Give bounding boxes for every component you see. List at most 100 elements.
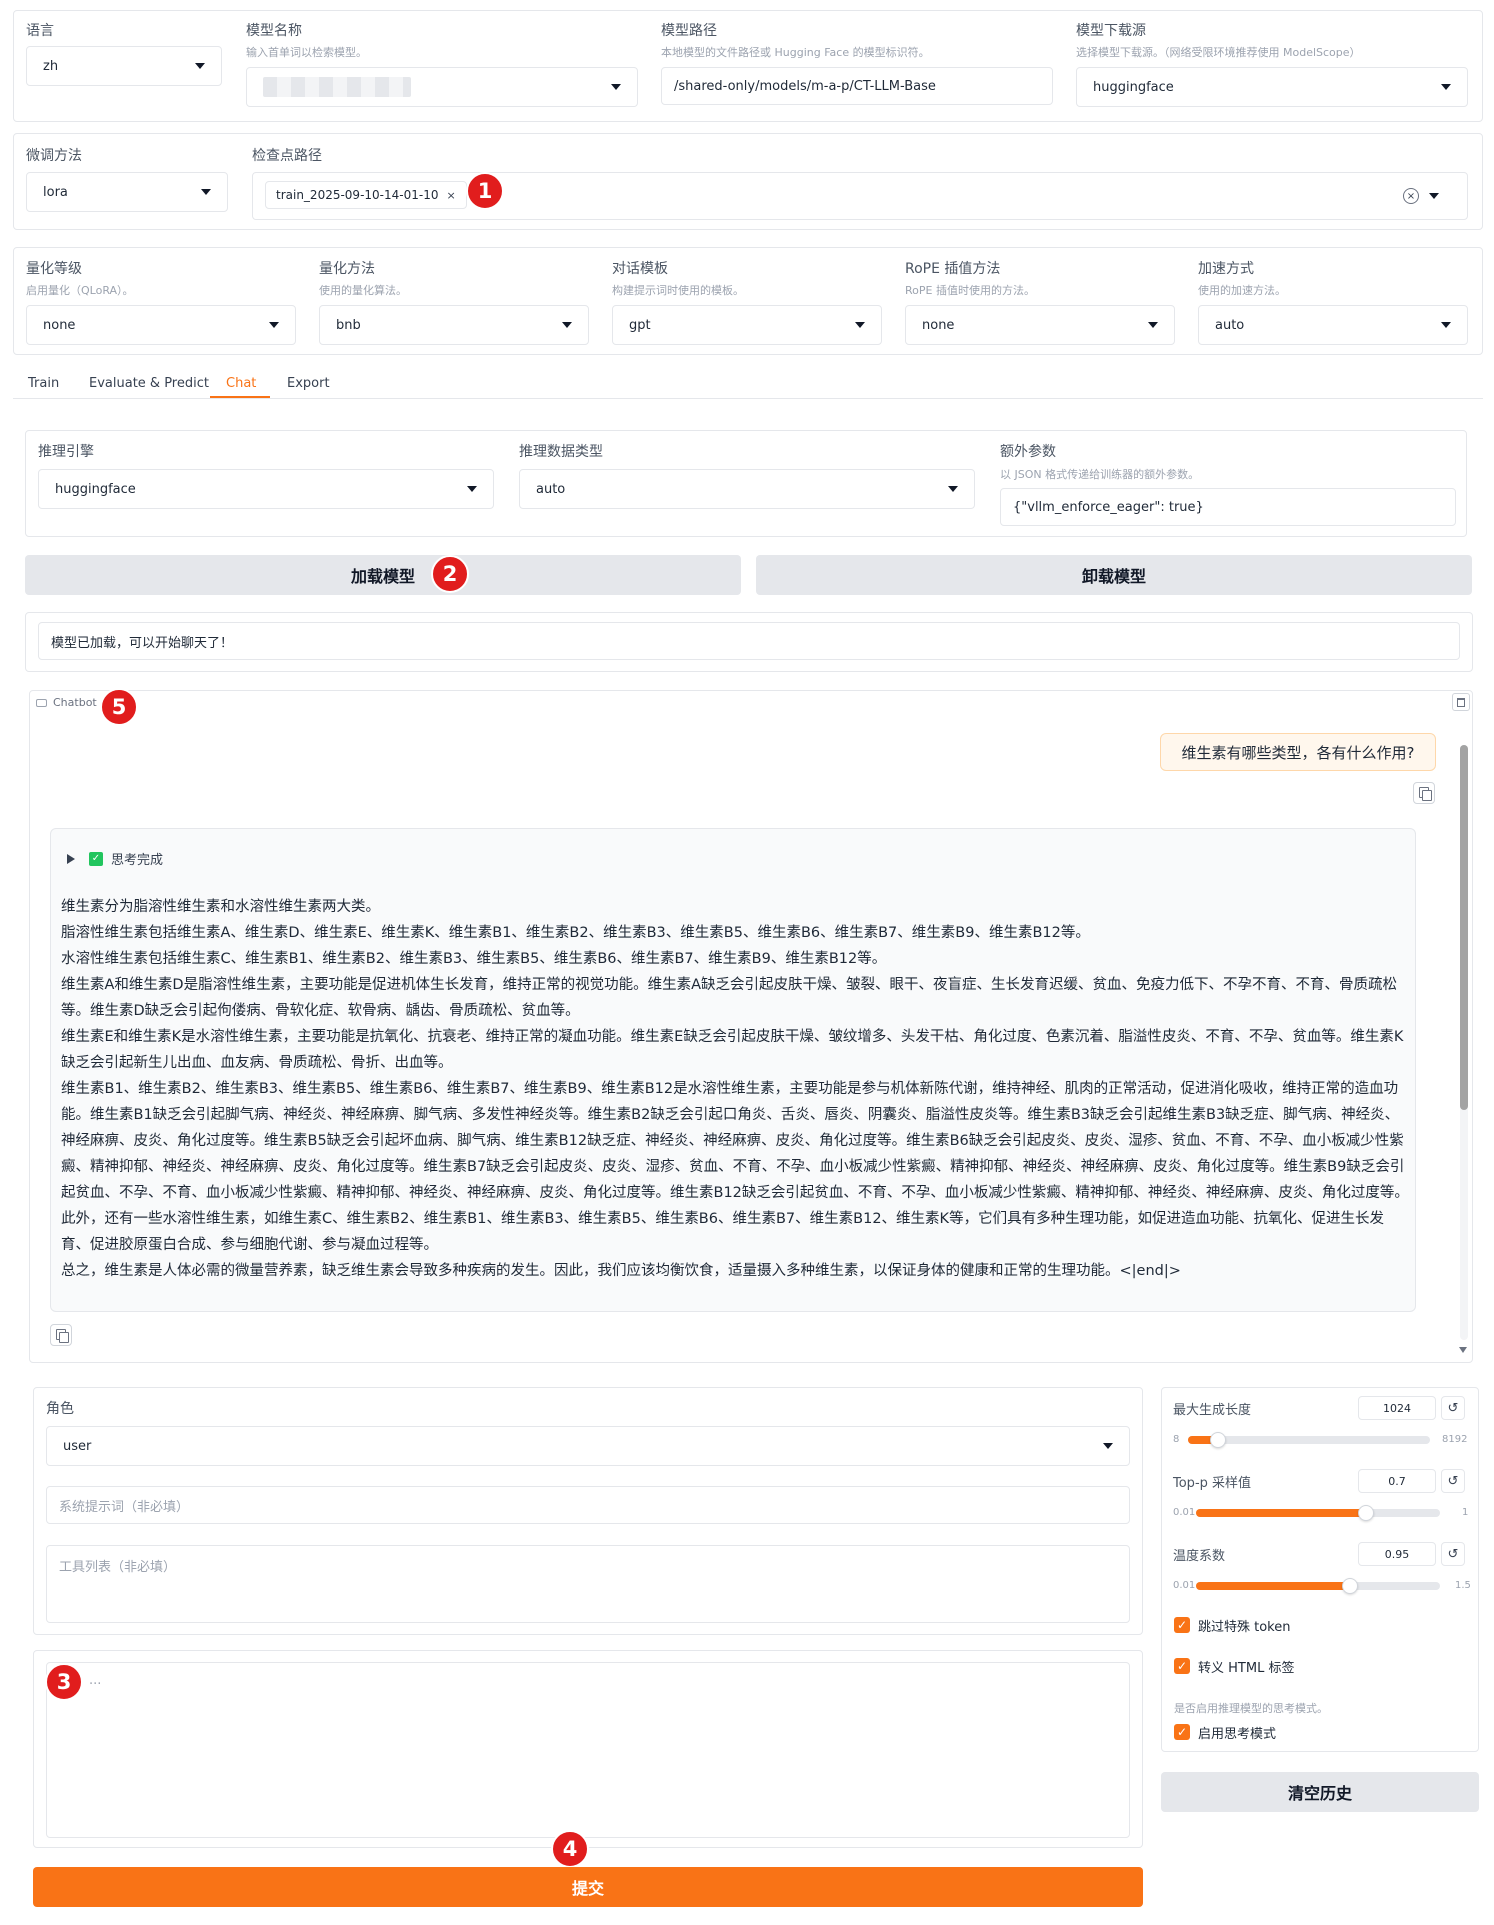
- enable-thinking-checkbox[interactable]: ✓: [1174, 1724, 1190, 1740]
- template-desc: 构建提示词时使用的模板。: [612, 284, 744, 297]
- booster-select[interactable]: auto: [1198, 305, 1468, 345]
- chatbot-label: Chatbot: [53, 696, 97, 709]
- submit-label: 提交: [571, 1879, 604, 1898]
- tools-input[interactable]: 工具列表（非必填）: [46, 1545, 1130, 1623]
- chat-bubble-icon: [36, 698, 47, 707]
- quant-method-desc: 使用的量化算法。: [319, 284, 407, 297]
- tools-placeholder: 工具列表（非必填）: [59, 1560, 177, 1575]
- answer-paragraph: 维生素B1、维生素B2、维生素B3、维生素B5、维生素B6、维生素B7、维生素B…: [61, 1081, 1409, 1201]
- tab-evaluate[interactable]: Evaluate & Predict: [89, 376, 209, 391]
- finetune-method-select[interactable]: lora: [26, 172, 228, 212]
- submit-button[interactable]: 提交: [33, 1867, 1143, 1907]
- hub-select[interactable]: huggingface: [1076, 67, 1468, 107]
- chevron-down-icon: [195, 63, 205, 69]
- scroll-down-icon[interactable]: [1459, 1347, 1467, 1353]
- max-len-input[interactable]: 1024: [1358, 1396, 1436, 1420]
- chevron-down-icon: [1429, 193, 1439, 199]
- top-p-slider[interactable]: [1196, 1505, 1440, 1521]
- hub-label: 模型下载源: [1076, 23, 1146, 39]
- answer-paragraph: 脂溶性维生素包括维生素A、维生素D、维生素E、维生素K、维生素B1、维生素B2、…: [61, 925, 1090, 941]
- lang-select[interactable]: zh: [26, 46, 222, 86]
- chevron-down-icon: [855, 322, 865, 328]
- chat-scrollbar[interactable]: [1460, 745, 1468, 1340]
- extra-args-label: 额外参数: [1000, 444, 1056, 460]
- temp-slider-fill: [1196, 1582, 1350, 1590]
- chevron-down-icon: [948, 486, 958, 492]
- tab-export[interactable]: Export: [287, 376, 330, 391]
- model-name-label: 模型名称: [246, 23, 302, 39]
- extra-args-input[interactable]: {"vllm_enforce_eager": true}: [1000, 488, 1456, 526]
- quant-level-value: none: [43, 317, 76, 333]
- user-message: 维生素有哪些类型，各有什么作用?: [1160, 733, 1436, 771]
- quant-level-select[interactable]: none: [26, 305, 296, 345]
- backend-select[interactable]: huggingface: [38, 469, 494, 509]
- max-len-slider-knob[interactable]: [1210, 1432, 1226, 1448]
- chevron-down-icon: [201, 189, 211, 195]
- tab-chat[interactable]: Chat: [226, 376, 256, 391]
- model-path-input[interactable]: /shared-only/models/m-a-p/CT-LLM-Base: [661, 67, 1053, 105]
- system-prompt-input[interactable]: 系统提示词（非必填）: [46, 1486, 1130, 1524]
- max-len-slider[interactable]: [1188, 1432, 1430, 1448]
- model-path-desc: 本地模型的文件路径或 Hugging Face 的模型标识符。: [661, 46, 930, 59]
- rope-label: RoPE 插值方法: [905, 261, 1001, 277]
- chatbot-header: Chatbot: [36, 696, 97, 709]
- booster-value: auto: [1215, 317, 1245, 333]
- checkpoint-label: 检查点路径: [252, 148, 322, 164]
- bot-message: ✓ 思考完成 维生素分为脂溶性维生素和水溶性维生素两大类。 脂溶性维生素包括维生…: [50, 828, 1416, 1312]
- remove-chip-icon[interactable]: ×: [446, 189, 455, 202]
- think-desc: 是否启用推理模型的思考模式。: [1174, 1702, 1328, 1715]
- finetune-method-label: 微调方法: [26, 148, 82, 164]
- reset-icon[interactable]: ↺: [1441, 1542, 1465, 1566]
- temp-input[interactable]: 0.95: [1358, 1542, 1436, 1566]
- unload-model-button[interactable]: 卸载模型: [756, 555, 1472, 595]
- chevron-down-icon: [269, 322, 279, 328]
- template-select[interactable]: gpt: [612, 305, 882, 345]
- dtype-value: auto: [536, 481, 566, 497]
- model-path-value: /shared-only/models/m-a-p/CT-LLM-Base: [674, 78, 936, 94]
- top-p-slider-fill: [1196, 1509, 1367, 1517]
- thinking-summary[interactable]: ✓ 思考完成: [67, 849, 163, 868]
- user-message-text: 维生素有哪些类型，各有什么作用?: [1181, 743, 1415, 762]
- status-box: 模型已加载，可以开始聊天了！: [38, 622, 1460, 660]
- tab-train[interactable]: Train: [28, 376, 59, 391]
- temp-slider[interactable]: [1196, 1578, 1440, 1594]
- max-len-min: 8: [1173, 1434, 1180, 1445]
- hub-value: huggingface: [1093, 79, 1174, 95]
- reset-icon[interactable]: ↺: [1441, 1469, 1465, 1493]
- backend-label: 推理引擎: [38, 444, 94, 460]
- annotation-badge-4: 4: [551, 1830, 589, 1868]
- trash-icon[interactable]: [1452, 693, 1470, 711]
- skip-special-checkbox[interactable]: ✓: [1174, 1617, 1190, 1633]
- role-select[interactable]: user: [46, 1426, 1130, 1466]
- quant-method-select[interactable]: bnb: [319, 305, 589, 345]
- finetune-method-value: lora: [43, 184, 68, 200]
- backend-value: huggingface: [55, 481, 136, 497]
- temp-slider-knob[interactable]: [1341, 1578, 1358, 1594]
- extra-args-value: {"vllm_enforce_eager": true}: [1013, 499, 1204, 515]
- escape-html-checkbox[interactable]: ✓: [1174, 1658, 1190, 1674]
- clear-history-button[interactable]: 清空历史: [1161, 1772, 1479, 1812]
- model-name-select[interactable]: [246, 67, 638, 107]
- max-len-label: 最大生成长度: [1173, 1403, 1252, 1418]
- chat-scrollbar-thumb[interactable]: [1460, 745, 1468, 1110]
- answer-paragraph: 维生素E和维生素K是水溶性维生素，主要功能是抗氧化、抗衰老、维持正常的凝血功能。…: [61, 1029, 1404, 1071]
- top-p-slider-knob[interactable]: [1358, 1505, 1375, 1521]
- dtype-select[interactable]: auto: [519, 469, 975, 509]
- clear-all-icon[interactable]: ×: [1403, 188, 1419, 204]
- rope-select[interactable]: none: [905, 305, 1175, 345]
- copy-icon[interactable]: [50, 1324, 72, 1346]
- top-p-input[interactable]: 0.7: [1358, 1469, 1436, 1493]
- answer-paragraph: 总之，维生素是人体必需的微量营养素，缺乏维生素会导致多种疾病的发生。因此，我们应…: [61, 1263, 1181, 1279]
- query-input[interactable]: ...: [46, 1662, 1130, 1838]
- annotation-badge-2: 2: [431, 555, 469, 593]
- load-model-button[interactable]: 加载模型: [25, 555, 741, 595]
- quant-level-desc: 启用量化（QLoRA）。: [26, 284, 134, 297]
- answer-paragraph: 此外，还有一些水溶性维生素，如维生素C、维生素B2、维生素B1、维生素B3、维生…: [61, 1211, 1385, 1253]
- role-value: user: [63, 1438, 92, 1454]
- role-label: 角色: [46, 1401, 74, 1417]
- tab-chat-underline: [210, 396, 270, 398]
- skip-special-label: 跳过特殊 token: [1198, 1620, 1291, 1635]
- copy-icon[interactable]: [1413, 782, 1435, 804]
- checkpoint-chip: train_2025-09-10-14-01-10 ×: [265, 181, 467, 209]
- reset-icon[interactable]: ↺: [1441, 1396, 1465, 1420]
